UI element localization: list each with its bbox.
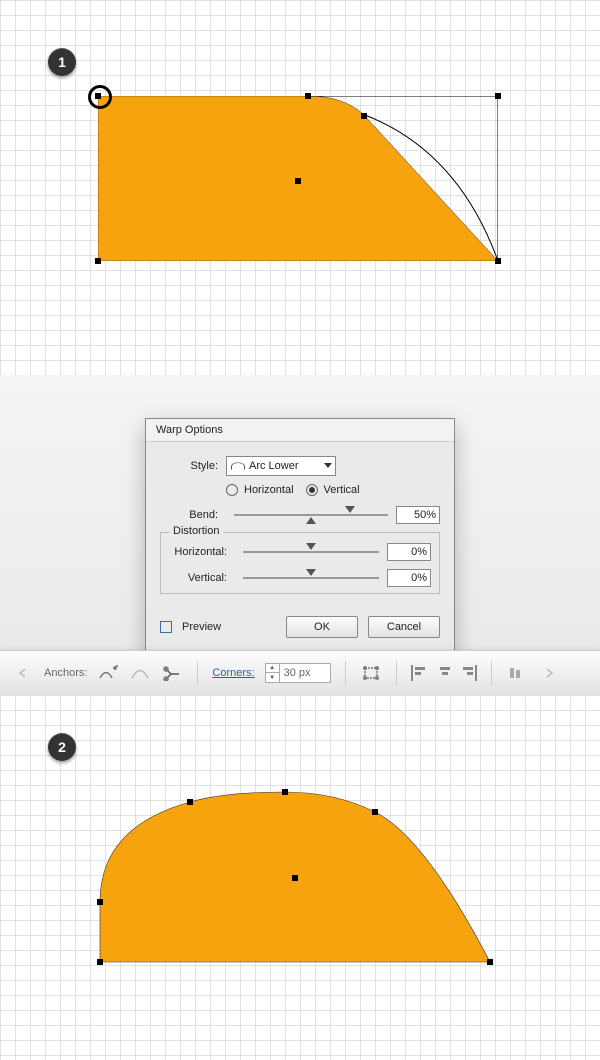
center-anchor[interactable] <box>292 875 298 881</box>
slider-thumb[interactable] <box>306 543 316 550</box>
distortion-legend: Distortion <box>169 525 223 537</box>
anchor[interactable] <box>95 258 101 264</box>
bend-label: Bend: <box>160 509 218 521</box>
style-value: Arc Lower <box>249 460 299 472</box>
style-select[interactable]: Arc Lower <box>226 456 336 476</box>
slider-thumb[interactable] <box>306 569 316 576</box>
shape2-container <box>95 787 495 962</box>
slider-thumb[interactable] <box>345 506 355 513</box>
prev-icon[interactable] <box>12 663 34 683</box>
step2-canvas: 2 <box>0 695 600 1060</box>
radio-horizontal[interactable] <box>226 484 238 496</box>
transform-icon[interactable] <box>360 663 382 683</box>
align-right-icon[interactable] <box>459 665 477 681</box>
radio-vertical-label: Vertical <box>324 484 360 496</box>
dv-slider[interactable] <box>243 570 379 586</box>
anchor[interactable] <box>372 809 378 815</box>
corner-indicator-circle <box>88 85 112 109</box>
corners-stepper[interactable]: ▲▼ <box>266 664 280 682</box>
anchor[interactable] <box>487 959 493 965</box>
step1-canvas: 1 <box>0 0 600 375</box>
corners-value[interactable]: 30 px <box>280 667 330 679</box>
dh-slider[interactable] <box>243 544 379 560</box>
shape1-container <box>98 96 498 261</box>
orientation-radios: Horizontal Vertical <box>226 484 440 496</box>
dh-value[interactable]: 0% <box>387 543 431 561</box>
cut-path-icon[interactable] <box>161 663 183 683</box>
next-icon[interactable] <box>538 663 560 683</box>
more-align-icon[interactable] <box>506 663 528 683</box>
dialog-body: Style: Arc Lower Horizontal Vertical Ben… <box>146 442 454 612</box>
anchor[interactable] <box>305 93 311 99</box>
convert-anchor-icon[interactable] <box>97 663 119 683</box>
bend-slider[interactable] <box>234 507 388 523</box>
dh-label: Horizontal: <box>169 546 227 558</box>
slider-mid-mark <box>306 517 316 524</box>
anchor[interactable] <box>97 899 103 905</box>
preview-label: Preview <box>182 621 221 633</box>
distortion-fieldset: Distortion Horizontal: 0% Vertical: 0 <box>160 532 440 594</box>
preview-checkbox[interactable] <box>160 621 172 633</box>
step1-badge: 1 <box>48 48 76 76</box>
anchor[interactable] <box>187 799 193 805</box>
center-anchor[interactable] <box>295 178 301 184</box>
anchor[interactable] <box>495 258 501 264</box>
dialog-title: Warp Options <box>146 419 454 442</box>
radio-horizontal-label: Horizontal <box>244 484 294 496</box>
style-label: Style: <box>160 460 218 472</box>
align-left-icon[interactable] <box>411 665 429 681</box>
arc-lower-icon <box>231 462 245 469</box>
radio-vertical[interactable] <box>306 484 318 496</box>
control-toolbar: Anchors: Corners: ▲▼ 30 px <box>0 650 600 695</box>
anchor[interactable] <box>97 959 103 965</box>
anchor[interactable] <box>361 113 367 119</box>
warp-options-dialog: Warp Options Style: Arc Lower Horizontal… <box>145 418 455 653</box>
middle-panel: Warp Options Style: Arc Lower Horizontal… <box>0 375 600 695</box>
anchor[interactable] <box>282 789 288 795</box>
corners-input[interactable]: ▲▼ 30 px <box>265 663 331 683</box>
ok-button[interactable]: OK <box>286 616 358 638</box>
cancel-button[interactable]: Cancel <box>368 616 440 638</box>
align-icons <box>411 665 477 681</box>
dv-label: Vertical: <box>169 572 227 584</box>
anchors-label: Anchors: <box>44 667 87 679</box>
corners-label[interactable]: Corners: <box>212 667 254 679</box>
anchor[interactable] <box>495 93 501 99</box>
bend-value[interactable]: 50% <box>396 506 440 524</box>
dialog-footer: Preview OK Cancel <box>146 612 454 652</box>
handles-icon[interactable] <box>129 663 151 683</box>
chevron-down-icon <box>324 463 332 468</box>
step2-badge: 2 <box>48 733 76 761</box>
dv-value[interactable]: 0% <box>387 569 431 587</box>
align-center-icon[interactable] <box>435 665 453 681</box>
